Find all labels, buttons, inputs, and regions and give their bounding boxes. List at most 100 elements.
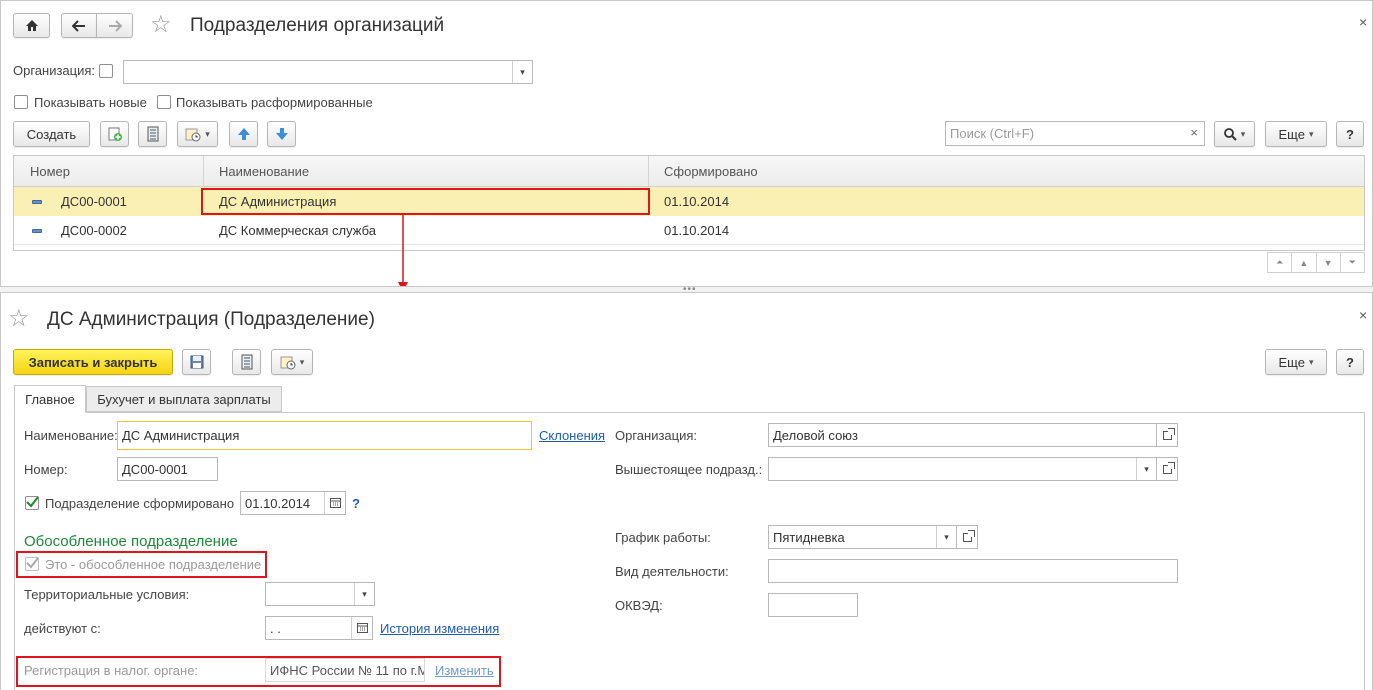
open-icon[interactable] [1156, 457, 1178, 481]
list-title: Подразделения организаций [190, 15, 445, 36]
move-down-button[interactable] [267, 121, 296, 147]
create-button[interactable]: Создать [13, 121, 90, 147]
territorial-label: Территориальные условия: [24, 587, 190, 602]
report-icon [185, 128, 201, 142]
item-icon [32, 216, 42, 245]
report-menu-button[interactable]: ▾ [271, 349, 313, 375]
row-formed: 01.10.2014 [664, 194, 730, 209]
formed-checkbox[interactable] [25, 496, 39, 510]
chevron-down-icon[interactable]: ▾ [936, 526, 956, 548]
connector-arrow [398, 214, 408, 292]
territorial-field[interactable]: ▾ [265, 582, 375, 606]
formed-label: Подразделение сформировано [45, 496, 235, 511]
list-icon [241, 354, 252, 370]
formed-help-link[interactable]: ? [352, 496, 360, 511]
arrow-down-icon [275, 128, 288, 140]
grip-icon: ••• [683, 284, 697, 295]
show-disbanded-checkbox[interactable] [157, 95, 171, 109]
more-button[interactable]: Еще ▾ [1265, 121, 1327, 147]
calendar-icon[interactable] [351, 617, 372, 639]
item-icon [32, 187, 42, 216]
next-row-icon[interactable]: ▼ [1317, 253, 1341, 272]
number-label: Номер: [24, 462, 68, 477]
copy-button[interactable] [100, 121, 129, 147]
list-view-button[interactable] [232, 349, 261, 375]
add-copy-icon [108, 127, 122, 141]
declension-link[interactable]: Склонения [539, 428, 605, 443]
table-nav: ⏶ ▲ ▼ ⏷ [1267, 252, 1365, 273]
checkmark-icon [26, 496, 39, 508]
favorite-star-icon[interactable]: ☆ [8, 307, 30, 331]
first-row-icon[interactable]: ⏶ [1268, 253, 1293, 272]
schedule-field[interactable]: Пятидневка ▾ [768, 525, 957, 549]
schedule-label: График работы: [615, 530, 711, 545]
separate-section-title: Обособленное подразделение [24, 533, 238, 550]
table-header: Номер Наименование Сформировано [14, 156, 1364, 187]
activity-field[interactable] [768, 559, 1178, 583]
org-field[interactable]: Деловой союз [768, 423, 1157, 447]
search-button[interactable]: ▾ [1214, 121, 1255, 147]
org-filter-input[interactable]: ▾ [123, 60, 533, 84]
close-icon[interactable]: × [1359, 14, 1367, 30]
table-row[interactable]: ДС00-0002 ДС Коммерческая служба 01.10.2… [14, 216, 1364, 245]
clear-icon[interactable]: × [1190, 125, 1198, 140]
forward-button[interactable] [96, 13, 133, 38]
row-name: ДС Коммерческая служба [219, 223, 376, 238]
floppy-icon [190, 355, 203, 369]
org-filter-checkbox[interactable] [99, 64, 113, 78]
arrow-right-icon [108, 19, 122, 32]
effective-from-label: действуют с: [24, 621, 101, 636]
last-row-icon[interactable]: ⏷ [1341, 253, 1364, 272]
tab-accounting[interactable]: Бухучет и выплата зарплаты [86, 386, 282, 412]
chevron-down-icon[interactable]: ▾ [1136, 458, 1156, 480]
list-view-button[interactable] [138, 121, 167, 147]
okved-label: ОКВЭД: [615, 598, 663, 613]
chevron-down-icon: ▾ [299, 356, 305, 367]
save-close-button[interactable]: Записать и закрыть [13, 349, 173, 375]
more-button[interactable]: Еще ▾ [1265, 349, 1327, 375]
prev-row-icon[interactable]: ▲ [1292, 253, 1317, 272]
splitter[interactable]: ••• [0, 284, 1373, 295]
favorite-star-icon[interactable]: ☆ [150, 13, 172, 37]
help-button[interactable]: ? [1336, 349, 1364, 375]
highlight-frame [16, 656, 501, 687]
tab-main[interactable]: Главное [14, 385, 86, 413]
effective-from-field[interactable]: . . [265, 616, 373, 640]
report-icon [280, 356, 296, 370]
arrow-left-icon [72, 19, 85, 32]
show-new-checkbox[interactable] [14, 95, 28, 109]
parent-field[interactable]: ▾ [768, 457, 1157, 481]
okved-field[interactable] [768, 593, 858, 617]
help-button[interactable]: ? [1336, 121, 1364, 147]
show-new-label: Показывать новые [34, 95, 147, 110]
back-button[interactable] [61, 13, 97, 38]
home-button[interactable] [13, 13, 50, 38]
parent-label: Вышестоящее подразд.: [615, 462, 763, 477]
row-formed: 01.10.2014 [664, 223, 730, 238]
list-icon [147, 126, 158, 142]
chevron-down-icon: ▾ [205, 128, 210, 139]
column-header-name[interactable]: Наименование [219, 156, 309, 187]
form-title: ДС Администрация (Подразделение) [47, 309, 375, 330]
column-header-number[interactable]: Номер [30, 156, 70, 187]
move-up-button[interactable] [229, 121, 258, 147]
chevron-down-icon[interactable]: ▾ [512, 61, 532, 83]
column-header-formed[interactable]: Сформировано [664, 156, 758, 187]
highlight-frame [16, 551, 267, 578]
open-icon[interactable] [1156, 423, 1178, 447]
history-link[interactable]: История изменения [380, 621, 499, 636]
search-input[interactable]: Поиск (Ctrl+F) × [945, 121, 1205, 146]
chevron-down-icon[interactable]: ▾ [354, 583, 374, 605]
name-field[interactable]: ДС Администрация [117, 421, 532, 450]
home-icon [25, 20, 38, 31]
number-field[interactable]: ДС00-0001 [117, 457, 218, 481]
column-divider [203, 156, 204, 187]
close-icon[interactable]: × [1359, 307, 1367, 323]
calendar-icon[interactable] [324, 492, 345, 514]
save-button[interactable] [182, 349, 211, 375]
report-menu-button[interactable]: ▾ [177, 121, 218, 147]
formed-date-field[interactable]: 01.10.2014 [240, 491, 346, 515]
activity-label: Вид деятельности: [615, 564, 729, 579]
search-icon [1223, 127, 1237, 141]
open-icon[interactable] [956, 525, 978, 549]
